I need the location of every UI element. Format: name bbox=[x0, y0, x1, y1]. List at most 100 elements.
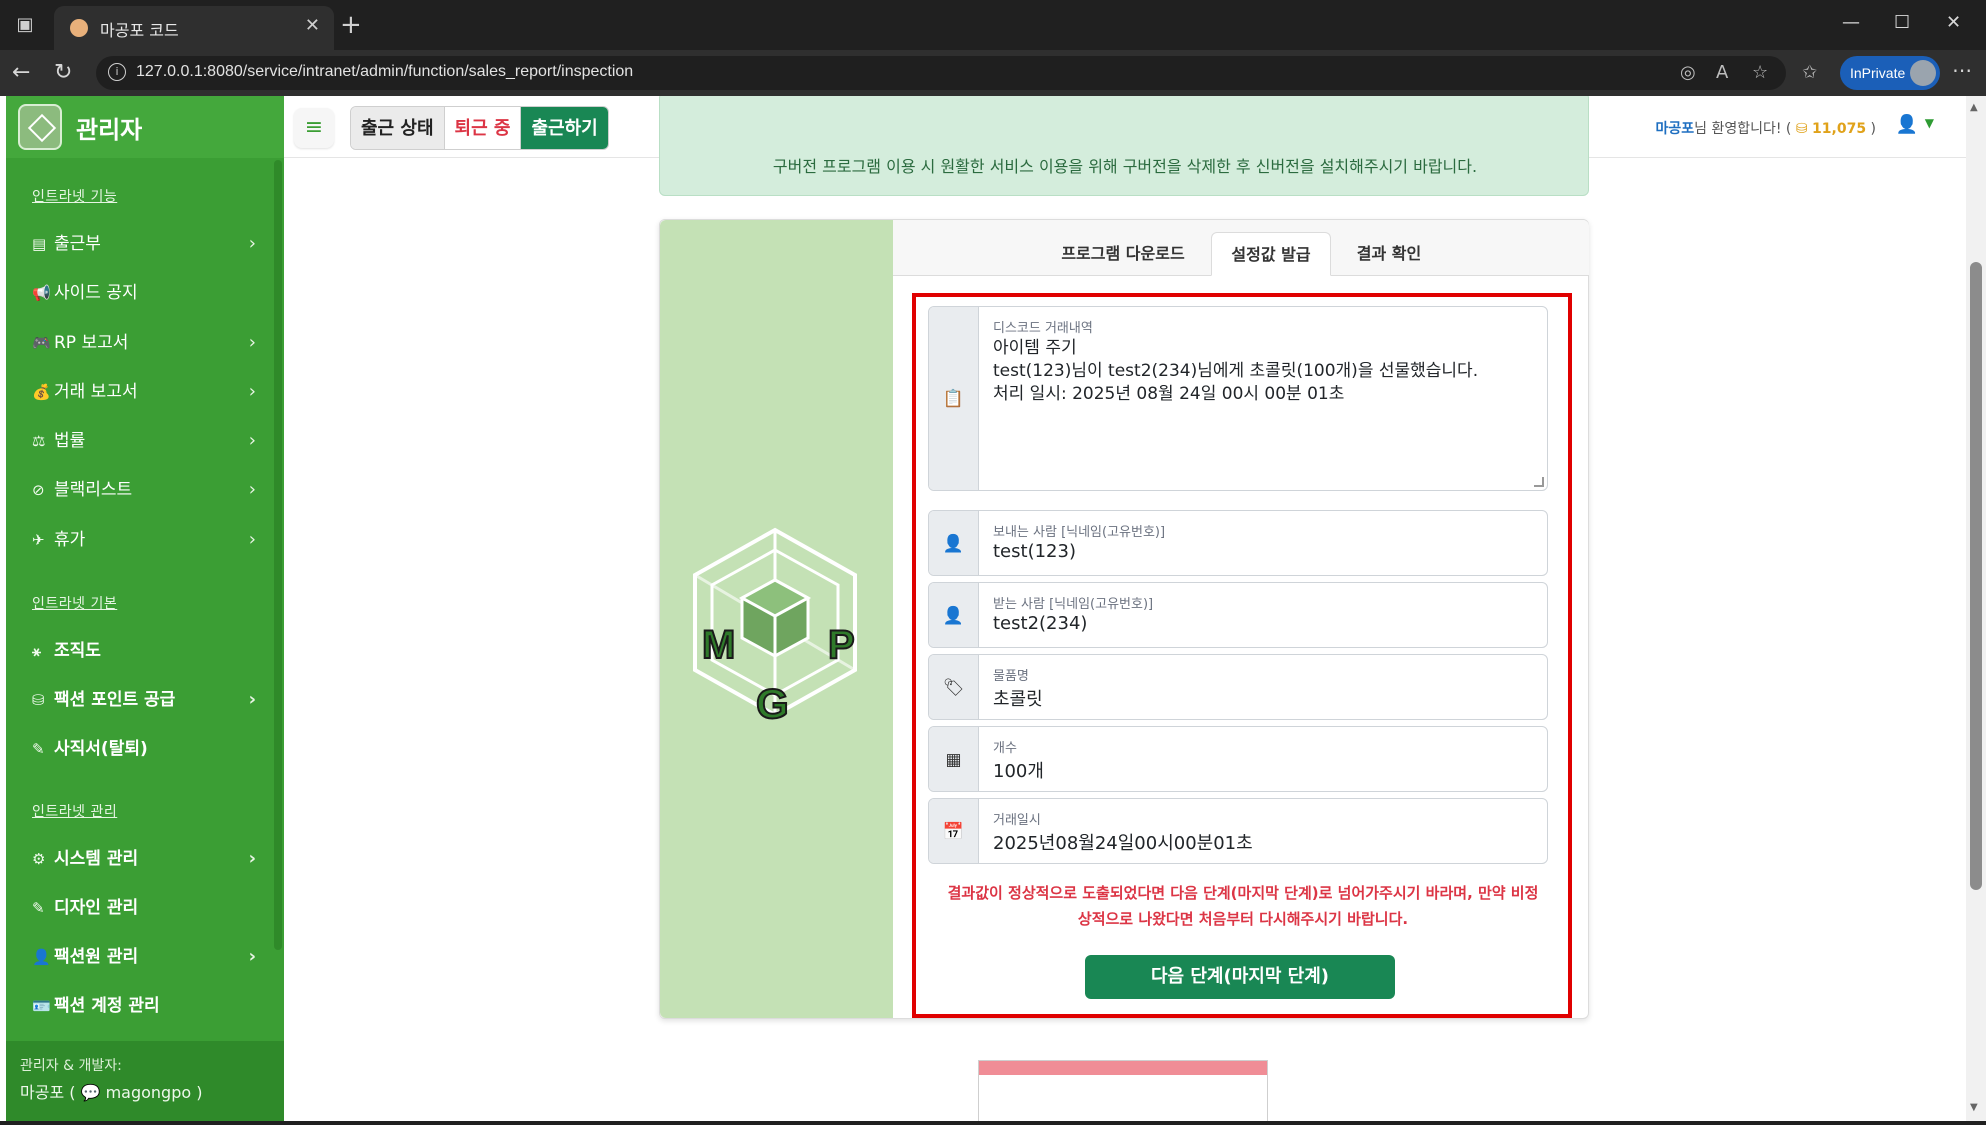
scroll-down-icon[interactable]: ▼ bbox=[1970, 1102, 1978, 1113]
url-text: 127.0.0.1:8080/service/intranet/admin/fu… bbox=[136, 63, 634, 80]
inprivate-badge[interactable]: InPrivate bbox=[1840, 56, 1940, 90]
sidebar-item-label: 사직서(탈퇴) bbox=[54, 739, 148, 759]
sidebar-item-label: 휴가 bbox=[54, 530, 86, 550]
card-brand-panel: M G P bbox=[660, 220, 893, 1018]
profile-avatar bbox=[1910, 60, 1936, 86]
sidebar-scrollbar[interactable] bbox=[274, 160, 282, 950]
discord-log-line: 처리 일시: 2025년 08월 24일 00시 00분 01초 bbox=[993, 384, 1345, 404]
status-label: 출근 상태 bbox=[351, 107, 445, 149]
section-heading-admin: 인트라넷 관리 bbox=[32, 804, 118, 820]
pen-icon: ✎ bbox=[32, 740, 45, 758]
page-scroll-thumb[interactable] bbox=[1970, 262, 1982, 890]
user-menu-icon[interactable]: 👤 bbox=[1896, 114, 1918, 135]
receiver-field[interactable]: 👤 받는 사람 [닉네임(고유번호)] test2(234) bbox=[928, 582, 1548, 648]
menu-toggle-icon[interactable]: ≡ bbox=[294, 108, 334, 148]
sidebar-item-accounts[interactable]: 🪪 팩션 계정 관리 bbox=[32, 991, 256, 1021]
discord-log-line: test(123)님이 test2(234)님에게 초콜릿(100개)을 선물했… bbox=[993, 361, 1479, 381]
chevron-right-icon: › bbox=[248, 381, 256, 402]
textarea-resize-handle[interactable] bbox=[1534, 477, 1544, 487]
count-label: 개수 bbox=[993, 741, 1017, 756]
sidebar-item-design[interactable]: ✎ 디자인 관리 bbox=[32, 893, 256, 923]
sidebar-item-label: 디자인 관리 bbox=[54, 898, 139, 918]
sidebar-item-faction-points[interactable]: ⛁ 팩션 포인트 공급 › bbox=[32, 685, 256, 715]
boxes-icon: ▦ bbox=[929, 727, 979, 791]
close-window-icon[interactable]: ✕ bbox=[1946, 12, 1961, 33]
gear-icon: ⚙ bbox=[32, 850, 46, 868]
tab-program-download[interactable]: 프로그램 다운로드 bbox=[1043, 232, 1203, 276]
tracking-prevention-icon[interactable]: ◎ bbox=[1680, 62, 1696, 83]
favorites-icon[interactable]: ✩ bbox=[1802, 62, 1817, 83]
site-info-icon[interactable]: i bbox=[108, 63, 126, 81]
more-options-icon[interactable]: ⋯ bbox=[1952, 58, 1972, 82]
sidebar-item-rp-report[interactable]: 🎮 RP 보고서 › bbox=[32, 328, 256, 358]
sidebar-item-org-chart[interactable]: ⚹ 조직도 bbox=[32, 636, 256, 666]
inspection-card: M G P 프로그램 다운로드 설정값 발급 결과 확인 📋 디스코드 거래내역… bbox=[659, 219, 1589, 1019]
check-in-button[interactable]: 출근하기 bbox=[521, 107, 608, 149]
item-name-field[interactable]: 🏷 물품명 초콜릿 bbox=[928, 654, 1548, 720]
discord-log-textarea[interactable]: 아이템 주기 test(123)님이 test2(234)님에게 초콜릿(100… bbox=[993, 337, 1478, 406]
read-aloud-icon[interactable]: A bbox=[1716, 62, 1728, 83]
maximize-icon[interactable]: ☐ bbox=[1894, 12, 1910, 33]
sidebar-item-label: 시스템 관리 bbox=[54, 849, 139, 869]
logo-letter-p: P bbox=[828, 623, 855, 667]
megaphone-icon: 📢 bbox=[32, 284, 51, 302]
sidebar-item-resignation[interactable]: ✎ 사직서(탈퇴) bbox=[32, 734, 256, 764]
sidebar-item-side-notice[interactable]: 📢 사이드 공지 bbox=[32, 278, 256, 308]
datetime-field[interactable]: 📅 거래일시 2025년08월24일00시00분01초 bbox=[928, 798, 1548, 864]
back-icon[interactable]: ← bbox=[12, 60, 30, 85]
sidebar-item-trade-report[interactable]: 💰 거래 보고서 › bbox=[32, 377, 256, 407]
clipboard-icon: 📋 bbox=[929, 307, 979, 490]
chevron-right-icon: › bbox=[248, 430, 256, 451]
sidebar-item-members[interactable]: 👤 팩션원 관리 › bbox=[32, 942, 256, 972]
browser-tab[interactable]: 마공포 코드 ✕ bbox=[54, 6, 334, 50]
tab-close-icon[interactable]: ✕ bbox=[305, 15, 320, 36]
minimize-icon[interactable]: — bbox=[1842, 12, 1860, 33]
sidebar-footer: 관리자 & 개발자: 마공포 ( 💬 magongpo ) bbox=[6, 1041, 284, 1121]
favorite-star-icon[interactable]: ☆ bbox=[1752, 62, 1768, 83]
notice-text: 구버전 프로그램 이용 시 원활한 서비스 이용을 위해 구버전을 삭제한 후 … bbox=[772, 157, 1478, 176]
tag-icon: 🏷 bbox=[929, 655, 979, 719]
count-field[interactable]: ▦ 개수 100개 bbox=[928, 726, 1548, 792]
scroll-up-icon[interactable]: ▲ bbox=[1970, 102, 1978, 113]
discord-log-line: 아이템 주기 bbox=[993, 338, 1077, 358]
datetime-label: 거래일시 bbox=[993, 813, 1041, 828]
sidebar-item-system[interactable]: ⚙ 시스템 관리 › bbox=[32, 844, 256, 874]
caret-down-icon[interactable]: ▼ bbox=[1925, 116, 1934, 130]
warning-line: 상적으로 나왔다면 처음부터 다시해주시기 바랍니다. bbox=[1077, 910, 1409, 928]
sender-field[interactable]: 👤 보내는 사람 [닉네임(고유번호)] test(123) bbox=[928, 510, 1548, 576]
calendar-icon: 📅 bbox=[929, 799, 979, 863]
card-tabs: 프로그램 다운로드 설정값 발급 결과 확인 bbox=[893, 220, 1589, 276]
section-heading-basic: 인트라넷 기본 bbox=[32, 596, 118, 612]
welcome-message: 마공포님 환영합니다! ( ⛁ 11,075 ) bbox=[1656, 118, 1877, 138]
warning-line: 결과값이 정상적으로 도출되었다면 다음 단계(마지막 단계)로 넘어가주시기 … bbox=[947, 884, 1539, 902]
logo-letter-m: M bbox=[702, 623, 735, 667]
inprivate-label: InPrivate bbox=[1850, 65, 1906, 81]
sidebar-item-label: 사이드 공지 bbox=[54, 283, 138, 303]
next-step-button[interactable]: 다음 단계(마지막 단계) bbox=[1085, 955, 1395, 999]
datetime-value: 2025년08월24일00시00분01초 bbox=[993, 833, 1253, 854]
result-warning: 결과값이 정상적으로 도출되었다면 다음 단계(마지막 단계)로 넘어가주시기 … bbox=[928, 880, 1558, 932]
user-gear-icon: 👤 bbox=[32, 948, 51, 966]
sidebar-item-vacation[interactable]: ✈ 휴가 › bbox=[32, 525, 256, 555]
tab-result-check[interactable]: 결과 확인 bbox=[1339, 232, 1439, 276]
discord-log-label: 디스코드 거래내역 bbox=[993, 321, 1093, 336]
new-tab-button[interactable]: + bbox=[340, 10, 362, 40]
item-name-value: 초콜릿 bbox=[993, 689, 1043, 710]
sidebar-item-attendance[interactable]: ▤ 출근부 › bbox=[32, 229, 256, 259]
sidebar-toggle-icon[interactable]: ▣ bbox=[12, 12, 38, 38]
url-bar[interactable]: i 127.0.0.1:8080/service/intranet/admin/… bbox=[96, 56, 1786, 90]
upgrade-notice: 구버전 프로그램 이용 시 원활한 서비스 이용을 위해 구버전을 삭제한 후 … bbox=[659, 96, 1589, 196]
discord-log-field[interactable]: 📋 디스코드 거래내역 아이템 주기 test(123)님이 test2(234… bbox=[928, 306, 1548, 491]
receiver-value: test2(234) bbox=[993, 613, 1088, 634]
tab-config-issue[interactable]: 설정값 발급 bbox=[1211, 232, 1331, 276]
page-scrollbar[interactable]: ▲ ▼ bbox=[1966, 96, 1986, 1121]
sidebar-item-label: 팩션원 관리 bbox=[54, 947, 139, 967]
refresh-icon[interactable]: ↻ bbox=[54, 60, 72, 85]
sidebar-header[interactable]: 관리자 bbox=[6, 96, 284, 158]
sidebar-item-blacklist[interactable]: ⊘ 블랙리스트 › bbox=[32, 475, 256, 505]
next-section-preview bbox=[978, 1060, 1268, 1121]
welcome-name: 마공포 bbox=[1655, 121, 1695, 137]
developer-name[interactable]: 마공포 ( 💬 magongpo ) bbox=[20, 1079, 203, 1103]
sidebar-item-law[interactable]: ⚖ 법률 › bbox=[32, 426, 256, 456]
scale-icon: ⚖ bbox=[32, 432, 46, 450]
